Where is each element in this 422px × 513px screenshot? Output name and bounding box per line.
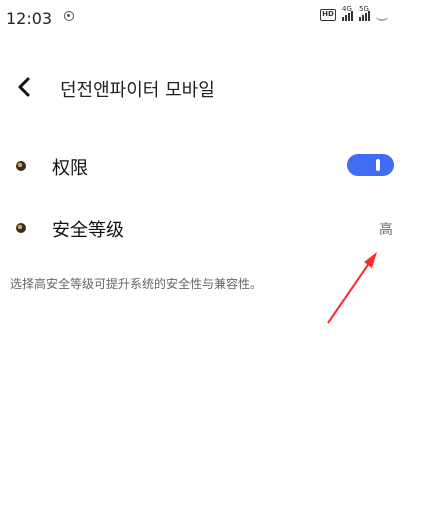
permissions-toggle[interactable]: [347, 154, 394, 176]
notification-dot-icon: [64, 11, 74, 21]
security-level-icon: [16, 223, 26, 233]
signal-bar: [365, 13, 367, 21]
signal-bar: [348, 13, 350, 21]
page-title: 던전앤파이터 모바일: [60, 80, 215, 101]
hd-icon: HD: [320, 9, 336, 21]
signal-bar: [345, 15, 347, 21]
signal-5g-icon: 5G: [359, 5, 370, 21]
arrow-shaft: [327, 258, 373, 324]
signal-4g-icon: 4G: [342, 5, 353, 21]
status-time: 12:03: [6, 9, 53, 28]
security-description: 选择高安全等级可提升系统的安全性与兼容性。: [10, 277, 263, 291]
status-bar: 12:03 HD 4G 5G: [0, 0, 422, 38]
signal-5g-label: 5G: [359, 5, 369, 13]
header: 던전앤파이터 모바일: [0, 62, 422, 114]
wifi-icon: [376, 12, 388, 21]
signal-4g-label: 4G: [342, 5, 352, 13]
screen: 12:03 HD 4G 5G 던전앤파이터 모바일 权限 安全等级 高 选择高安…: [0, 0, 422, 513]
settings-row-security-level[interactable]: 安全等级 高: [0, 208, 422, 248]
security-level-label: 安全等级: [52, 220, 124, 241]
status-icons: HD 4G 5G: [320, 5, 388, 21]
signal-bar: [359, 17, 361, 21]
permissions-icon: [16, 161, 26, 171]
permissions-label: 权限: [52, 158, 88, 179]
signal-bar: [362, 15, 364, 21]
chevron-left-icon[interactable]: [14, 76, 36, 98]
arrow-head: [364, 252, 377, 268]
toggle-thumb: [376, 159, 380, 171]
security-level-value[interactable]: 高: [379, 219, 393, 239]
signal-bar: [342, 17, 344, 21]
settings-row-permissions[interactable]: 权限: [0, 146, 422, 186]
